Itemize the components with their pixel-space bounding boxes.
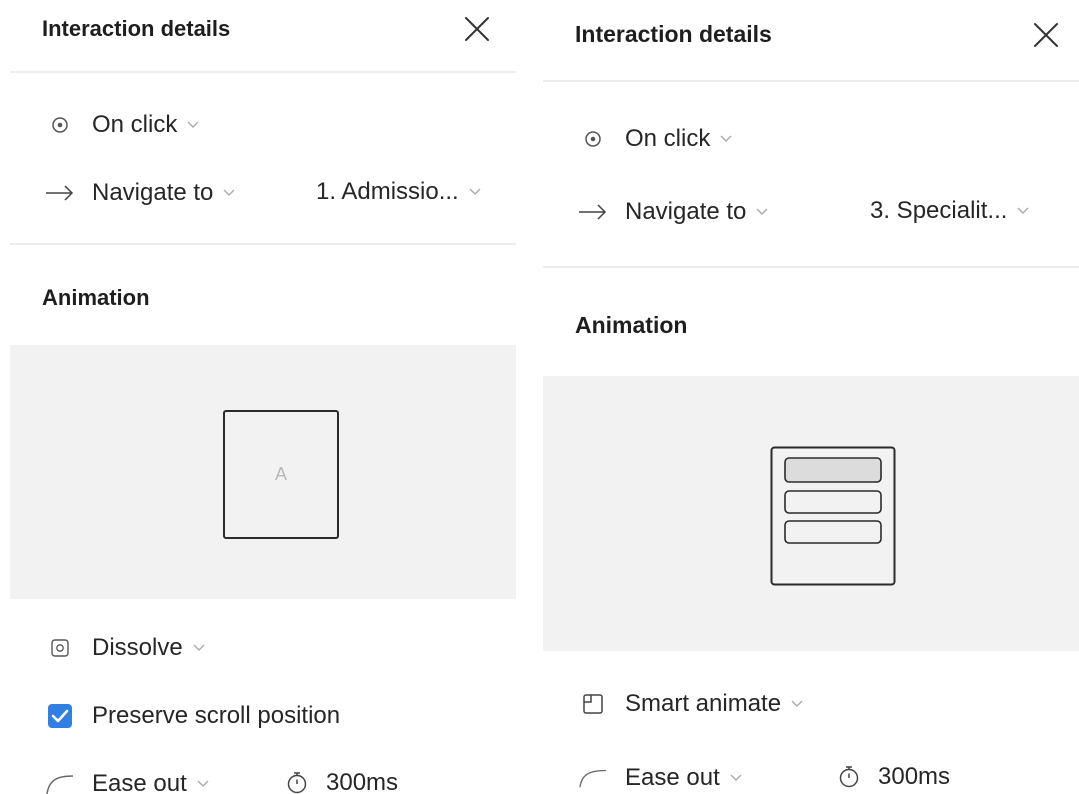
action-select[interactable]: Navigate to [45, 178, 235, 208]
chevron-down-icon [469, 188, 481, 195]
panel-title: Interaction details [42, 16, 231, 41]
destination-label: 1. Admissio... [316, 178, 459, 205]
preview-frame-letter: A [274, 464, 287, 484]
easing-select[interactable]: Ease out [45, 769, 209, 794]
action-label: Navigate to [625, 198, 747, 225]
interaction-details-panel-1: Interaction details On click Navigate to… [10, 0, 516, 794]
ease-curve-icon [45, 769, 75, 794]
duration-input[interactable]: 300ms [838, 763, 950, 791]
trigger-label: On click [92, 111, 178, 138]
chevron-down-icon [193, 644, 205, 651]
chevron-down-icon [756, 208, 768, 215]
animation-type-label: Smart animate [625, 690, 782, 717]
chevron-down-icon [791, 700, 803, 707]
chevron-down-icon [730, 774, 742, 781]
smart-animate-icon [578, 689, 608, 719]
easing-select[interactable]: Ease out [578, 763, 742, 793]
preview-frame: A [223, 410, 339, 539]
divider [543, 80, 1079, 82]
divider [543, 266, 1079, 268]
divider [10, 71, 516, 73]
target-circle-icon [578, 124, 608, 154]
chevron-down-icon [197, 780, 209, 787]
close-icon[interactable] [464, 16, 490, 42]
target-circle-icon [45, 110, 75, 140]
arrow-right-icon [45, 178, 75, 208]
ease-curve-icon [578, 763, 608, 793]
easing-label: Ease out [625, 764, 720, 791]
preserve-scroll-label: Preserve scroll position [92, 702, 341, 729]
panel-title: Interaction details [575, 21, 772, 47]
destination-select[interactable]: 1. Admissio... [316, 178, 481, 206]
duration-label: 300ms [326, 769, 399, 794]
chevron-down-icon [223, 189, 235, 196]
duration-label: 300ms [878, 763, 951, 790]
chevron-down-icon [187, 121, 199, 128]
chevron-down-icon [1017, 207, 1029, 214]
animation-type-label: Dissolve [92, 634, 183, 661]
trigger-label: On click [625, 125, 711, 152]
trigger-select[interactable]: On click [578, 124, 732, 154]
preserve-scroll-checkbox-row[interactable]: Preserve scroll position [45, 701, 340, 731]
animation-type-select[interactable]: Dissolve [45, 633, 205, 663]
stopwatch-icon [286, 771, 308, 794]
action-select[interactable]: Navigate to [578, 197, 768, 227]
animation-type-select[interactable]: Smart animate [578, 689, 803, 719]
stopwatch-icon [838, 765, 860, 789]
duration-input[interactable]: 300ms [286, 769, 398, 794]
animation-preview [543, 376, 1079, 651]
close-icon[interactable] [1033, 22, 1059, 48]
arrow-right-icon [578, 197, 608, 227]
destination-select[interactable]: 3. Specialit... [870, 197, 1029, 225]
easing-label: Ease out [92, 770, 187, 794]
animation-section-title: Animation [575, 312, 688, 338]
interaction-details-panel-2: Interaction details On click Navigate to… [543, 0, 1079, 794]
destination-label: 3. Specialit... [870, 197, 1008, 224]
dissolve-icon [45, 633, 75, 663]
smart-animate-preview-frame [770, 446, 896, 586]
trigger-select[interactable]: On click [45, 110, 199, 140]
checkbox-checked-icon[interactable] [45, 701, 75, 731]
divider [10, 243, 516, 245]
action-label: Navigate to [92, 179, 214, 206]
chevron-down-icon [720, 135, 732, 142]
animation-section-title: Animation [42, 285, 150, 310]
animation-preview: A [10, 345, 516, 599]
